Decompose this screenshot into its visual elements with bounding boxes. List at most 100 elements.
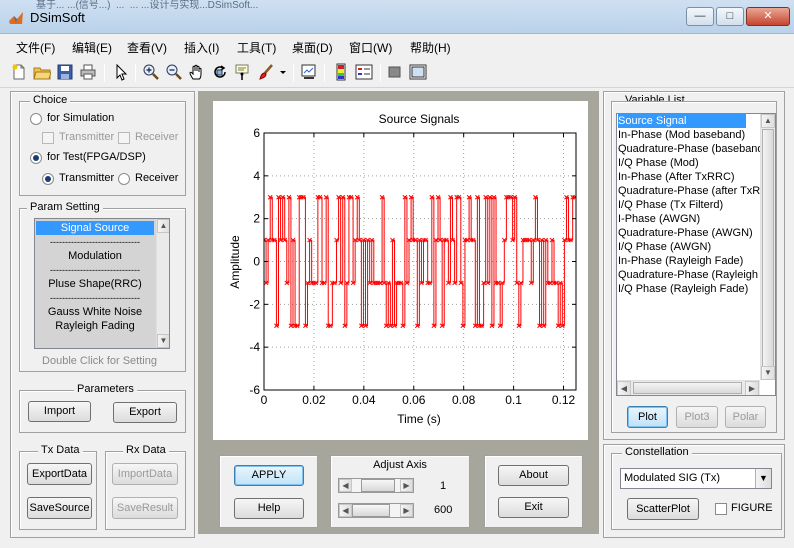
variable-item[interactable]: Quadrature-Phase (baseband <box>618 142 764 156</box>
save-icon[interactable] <box>56 63 74 81</box>
legend-icon[interactable] <box>355 63 373 81</box>
figure-checkbox[interactable] <box>715 503 727 515</box>
plot3-button[interactable]: Plot3 <box>676 406 718 428</box>
menu-help[interactable]: 帮助(H) <box>410 39 451 56</box>
param-item-modulation[interactable]: Modulation <box>36 249 154 263</box>
y-tick-label: -2 <box>249 297 260 311</box>
new-file-icon[interactable] <box>10 63 28 81</box>
slider-left-icon[interactable]: ◀ <box>339 504 352 517</box>
close-button[interactable]: ✕ <box>746 7 790 26</box>
about-button[interactable]: About <box>498 465 569 486</box>
import-data-button[interactable]: ImportData <box>112 463 178 485</box>
param-item-rayleigh-fading[interactable]: Rayleigh Fading <box>36 319 154 333</box>
menu-window[interactable]: 窗口(W) <box>349 39 392 56</box>
maximize-button[interactable]: □ <box>716 7 744 26</box>
menu-file[interactable]: 文件(F) <box>16 39 55 56</box>
show-plot-tools-icon[interactable] <box>409 63 427 81</box>
save-source-button[interactable]: SaveSource <box>27 497 92 519</box>
variable-item[interactable]: In-Phase (Mod baseband) <box>618 128 745 142</box>
sim-transmitter-checkbox[interactable] <box>42 132 54 144</box>
dropdown-arrow-icon[interactable] <box>278 63 288 81</box>
hide-plot-tools-icon[interactable] <box>386 63 404 81</box>
scroll-up-icon[interactable]: ▲ <box>761 114 775 128</box>
variable-list-hscroll[interactable]: ◀ ▶ <box>617 380 760 395</box>
param-item-gauss-noise[interactable]: Gauss White Noise <box>36 305 154 319</box>
variable-item[interactable]: Quadrature-Phase (Rayleigh F <box>618 268 768 282</box>
axis-slider-2[interactable]: ◀ ▶ <box>338 503 414 518</box>
zoom-out-icon[interactable] <box>165 63 183 81</box>
slider-thumb[interactable] <box>352 504 390 517</box>
param-setting-list[interactable]: Signal Source --------------------------… <box>34 218 170 349</box>
scroll-left-icon[interactable]: ◀ <box>617 381 631 395</box>
variable-item[interactable]: In-Phase (Rayleigh Fade) <box>618 254 743 268</box>
menu-tools[interactable]: 工具(T) <box>237 39 276 56</box>
scroll-up-icon[interactable]: ▲ <box>157 219 169 233</box>
hscroll-thumb[interactable] <box>633 382 742 394</box>
menu-desktop[interactable]: 桌面(D) <box>292 39 333 56</box>
variable-list-vscroll[interactable]: ▲ ▼ <box>760 114 775 380</box>
for-test-radio[interactable] <box>30 152 42 164</box>
zoom-in-icon[interactable] <box>142 63 160 81</box>
test-receiver-label[interactable]: Receiver <box>135 172 178 184</box>
variable-item[interactable]: I/Q Phase (AWGN) <box>618 240 711 254</box>
figure-label[interactable]: FIGURE <box>731 502 773 514</box>
rotate-3d-icon[interactable] <box>211 63 229 81</box>
scroll-down-icon[interactable]: ▼ <box>761 366 775 380</box>
slider-right-icon[interactable]: ▶ <box>400 504 413 517</box>
toolbar-separator <box>324 64 325 82</box>
variable-item[interactable]: Quadrature-Phase (after TxR <box>618 184 760 198</box>
slider-thumb[interactable] <box>361 479 395 492</box>
save-result-button[interactable]: SaveResult <box>112 497 178 519</box>
test-transmitter-label[interactable]: Transmitter <box>59 172 114 184</box>
brush-icon[interactable] <box>257 63 275 81</box>
data-cursor-icon[interactable] <box>234 63 252 81</box>
plot-button[interactable]: Plot <box>627 406 668 428</box>
source-signals-chart[interactable]: 0 0.02 0.04 0.06 0.08 0.1 0.12 6 4 2 0 -2 -4 -6 Sourc… <box>213 101 588 440</box>
variable-item[interactable]: Source Signal <box>618 114 746 128</box>
test-transmitter-radio[interactable] <box>42 173 54 185</box>
menu-insert[interactable]: 插入(I) <box>184 39 219 56</box>
slider-left-icon[interactable]: ◀ <box>339 479 352 492</box>
link-plot-icon[interactable] <box>300 63 318 81</box>
param-list-scrollbar[interactable]: ▲ ▼ <box>156 219 169 348</box>
scatter-plot-button[interactable]: ScatterPlot <box>627 498 699 520</box>
for-simulation-label[interactable]: for Simulation <box>47 112 114 124</box>
scroll-thumb[interactable] <box>762 129 774 369</box>
param-item-pulse-shape[interactable]: Pluse Shape(RRC) <box>36 277 154 291</box>
variable-item[interactable]: In-Phase (After TxRRC) <box>618 170 735 184</box>
variable-list[interactable]: Source Signal In-Phase (Mod baseband) Qu… <box>616 113 776 396</box>
for-simulation-radio[interactable] <box>30 113 42 125</box>
slider-right-icon[interactable]: ▶ <box>400 479 413 492</box>
pan-hand-icon[interactable] <box>188 63 206 81</box>
scroll-right-icon[interactable]: ▶ <box>745 381 759 395</box>
import-button[interactable]: Import <box>28 401 91 422</box>
constellation-select[interactable]: Modulated SIG (Tx) ▼ <box>620 468 772 489</box>
variable-item[interactable]: I/Q Phase (Mod) <box>618 156 699 170</box>
minimize-button[interactable]: — <box>686 7 714 26</box>
menu-view[interactable]: 查看(V) <box>127 39 167 56</box>
help-button[interactable]: Help <box>234 498 304 519</box>
exit-button[interactable]: Exit <box>498 497 569 518</box>
print-icon[interactable] <box>79 63 97 81</box>
sim-transmitter-label[interactable]: Transmitter <box>59 131 114 143</box>
for-test-label[interactable]: for Test(FPGA/DSP) <box>47 151 146 163</box>
variable-item[interactable]: I-Phase (AWGN) <box>618 212 700 226</box>
variable-item[interactable]: I/Q Phase (Tx Filterd) <box>618 198 723 212</box>
scroll-down-icon[interactable]: ▼ <box>157 334 169 348</box>
variable-item[interactable]: I/Q Phase (Rayleigh Fade) <box>618 282 748 296</box>
chevron-down-icon[interactable]: ▼ <box>755 469 771 488</box>
open-folder-icon[interactable] <box>33 63 51 81</box>
param-item-signal-source[interactable]: Signal Source <box>36 221 154 235</box>
pointer-icon[interactable] <box>112 63 130 81</box>
export-data-button[interactable]: ExportData <box>27 463 92 485</box>
menu-edit[interactable]: 编辑(E) <box>72 39 112 56</box>
axis-slider-1[interactable]: ◀ ▶ <box>338 478 414 493</box>
sim-receiver-label[interactable]: Receiver <box>135 131 178 143</box>
colorbar-icon[interactable] <box>332 63 350 81</box>
export-button[interactable]: Export <box>113 402 177 423</box>
test-receiver-radio[interactable] <box>118 173 130 185</box>
sim-receiver-checkbox[interactable] <box>118 132 130 144</box>
polar-button[interactable]: Polar <box>725 406 766 428</box>
variable-item[interactable]: Quadrature-Phase (AWGN) <box>618 226 753 240</box>
apply-button[interactable]: APPLY <box>234 465 304 486</box>
